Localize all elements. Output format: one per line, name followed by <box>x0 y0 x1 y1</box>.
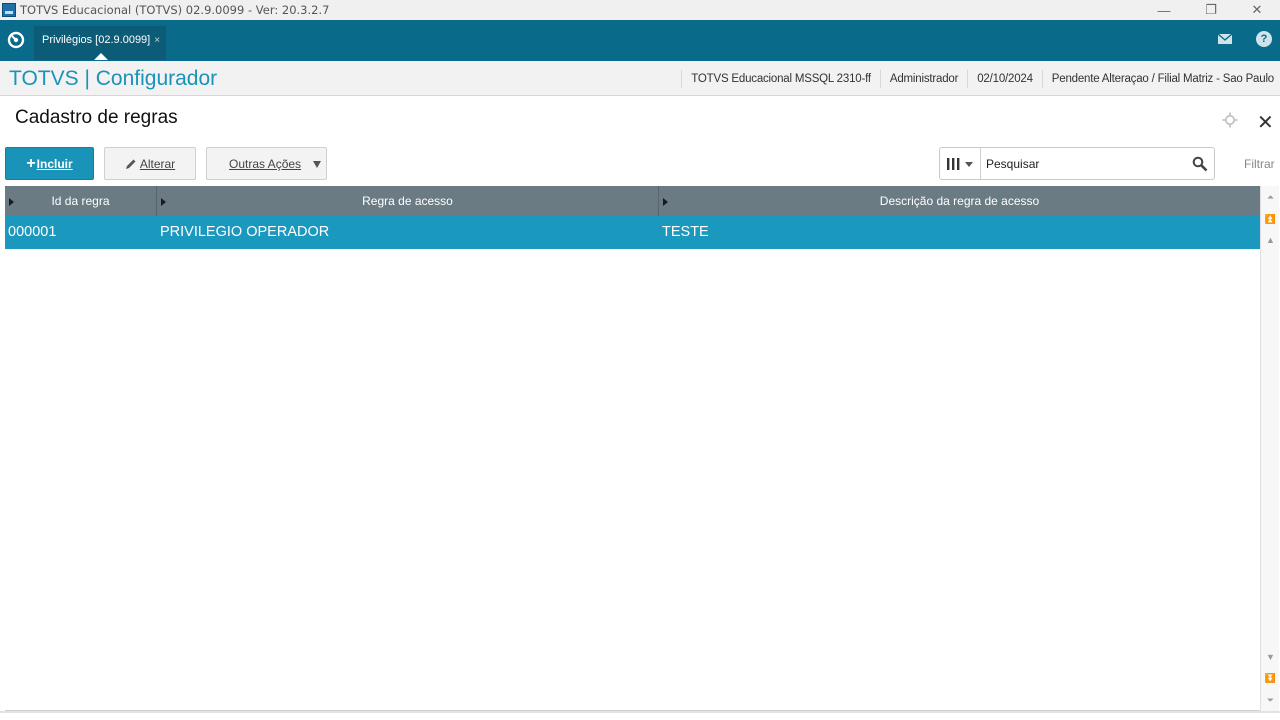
search-box <box>939 147 1215 180</box>
close-icon[interactable]: ✕ <box>1257 110 1274 135</box>
window-title-bar: TOTVS Educacional (TOTVS) 02.9.0099 - Ve… <box>0 0 1280 20</box>
sort-icon <box>663 198 668 206</box>
search-input[interactable] <box>982 148 1182 179</box>
incluir-label: Incluir <box>36 156 73 171</box>
pencil-icon <box>125 159 136 169</box>
column-selector-button[interactable] <box>940 148 981 179</box>
search-icon[interactable] <box>1192 156 1208 172</box>
cell-regra: PRIVILEGIO OPERADOR <box>160 224 330 240</box>
alterar-label: Alterar <box>139 156 176 171</box>
column-header-regra[interactable]: Regra de acesso <box>157 186 659 216</box>
filtrar-link[interactable]: Filtrar <box>1244 157 1275 171</box>
scroll-top-icon[interactable]: ⏶ <box>1264 190 1277 204</box>
sort-icon <box>161 198 166 206</box>
column-header-descricao[interactable]: Descrição da regra de acesso <box>659 186 1260 216</box>
home-icon[interactable] <box>6 30 26 50</box>
vertical-scrollbar[interactable]: ⏶ ⏫ ▲ ▼ ⏬ ⏷ <box>1260 186 1279 711</box>
outras-acoes-label: Outras Ações <box>229 156 302 171</box>
tab-privilegios[interactable]: Privilégios [02.9.0099] × <box>34 26 166 60</box>
window-close-button[interactable]: ✕ <box>1234 0 1280 20</box>
page-title: Cadastro de regras <box>15 107 178 128</box>
outras-acoes-button[interactable]: Outras Ações <box>206 147 327 180</box>
user-label: Administrador <box>879 69 967 88</box>
branch-label[interactable]: Pendente Alteraçao / Filial Matriz - Sao… <box>1041 69 1274 88</box>
mail-icon[interactable] <box>1218 34 1232 44</box>
scroll-up-icon[interactable]: ▲ <box>1264 233 1277 247</box>
incluir-button[interactable]: + Incluir <box>5 147 94 180</box>
active-tab-indicator <box>94 53 108 60</box>
app-icon <box>2 3 16 17</box>
plus-icon: + <box>26 154 36 172</box>
alterar-button[interactable]: Alterar <box>104 147 196 180</box>
divider <box>0 711 1280 713</box>
environment-label: TOTVS Educacional MSSQL 2310-ff <box>681 69 880 88</box>
cell-id: 000001 <box>8 224 57 240</box>
scroll-down-icon[interactable]: ▼ <box>1264 650 1277 664</box>
app-title: TOTVS | Configurador <box>9 67 218 90</box>
app-header: TOTVS | Configurador TOTVS Educacional M… <box>0 61 1280 96</box>
help-icon[interactable]: ? <box>1256 31 1272 47</box>
gear-icon[interactable] <box>1222 112 1238 128</box>
column-header-id[interactable]: Id da regra <box>5 186 157 216</box>
scroll-page-up-icon[interactable]: ⏫ <box>1264 212 1277 226</box>
session-info: TOTVS Educacional MSSQL 2310-ff Administ… <box>681 61 1274 96</box>
scroll-bottom-icon[interactable]: ⏷ <box>1264 693 1277 707</box>
table-row[interactable]: 000001 PRIVILEGIO OPERADOR TESTE <box>5 216 1260 249</box>
tab-label: Privilégios [02.9.0099] <box>42 34 151 46</box>
sort-icon <box>9 198 14 206</box>
restore-button[interactable]: ❐ <box>1188 0 1234 20</box>
window-title: TOTVS Educacional (TOTVS) 02.9.0099 - Ve… <box>20 3 330 17</box>
minimize-button[interactable]: — <box>1141 0 1187 20</box>
columns-icon <box>947 157 973 170</box>
cell-descricao: TESTE <box>662 224 709 240</box>
scroll-page-down-icon[interactable]: ⏬ <box>1264 671 1277 685</box>
rules-table: Id da regra Regra de acesso Descrição da… <box>5 186 1260 711</box>
tab-bar: Privilégios [02.9.0099] × <box>0 20 1280 61</box>
date-label: 02/10/2024 <box>967 69 1042 88</box>
chevron-down-icon <box>313 161 321 168</box>
tab-close-icon[interactable]: × <box>154 35 160 46</box>
table-header: Id da regra Regra de acesso Descrição da… <box>5 186 1260 216</box>
